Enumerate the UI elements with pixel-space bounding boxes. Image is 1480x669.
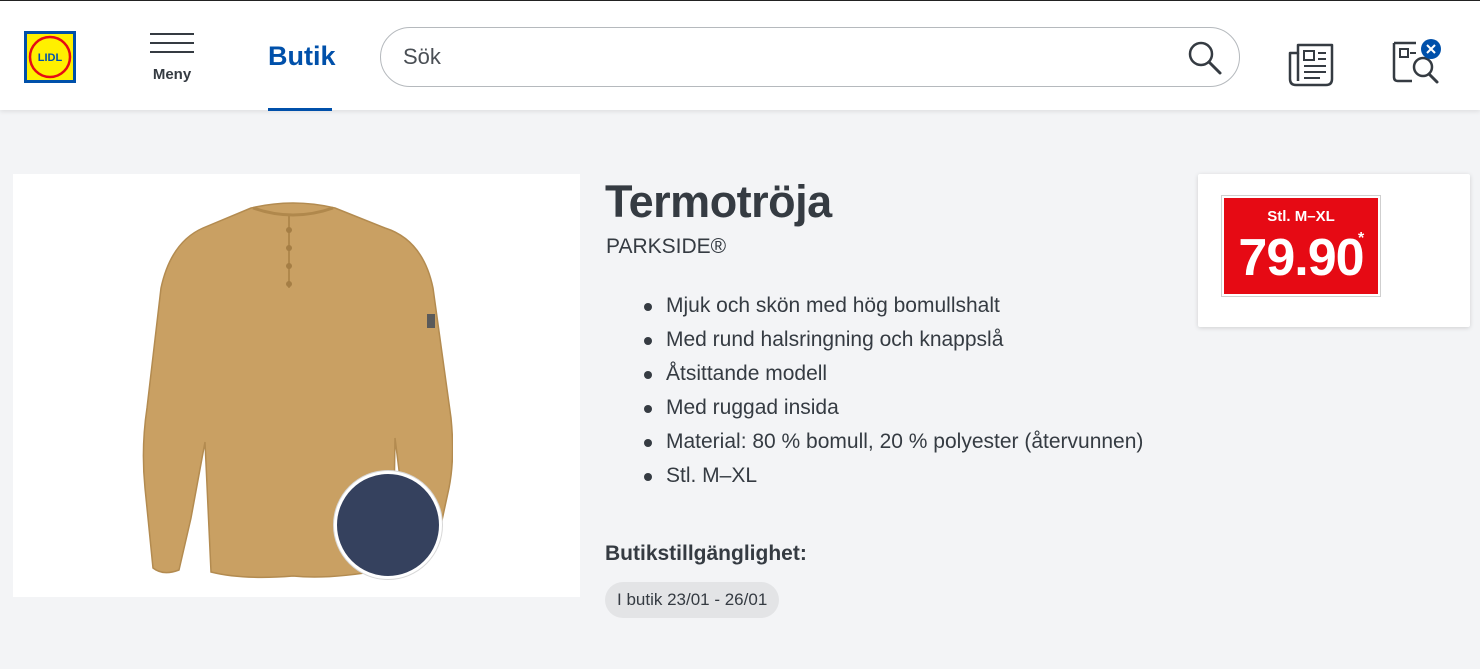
feature-item: Stl. M–XL [640,462,1143,496]
feature-item: Med ruggad insida [640,394,1143,428]
product-image-card [13,174,580,597]
search-icon[interactable] [1185,38,1225,78]
hamburger-bar [150,42,194,44]
feature-item: Mjuk och skön med hög bomullshalt [640,292,1143,326]
feature-item: Material: 80 % bomull, 20 % polyester (å… [640,428,1143,462]
product-title: Termotröja [605,176,832,227]
hamburger-menu-icon [150,33,194,35]
tab-butik[interactable]: Butik [268,41,336,111]
flyer-icon[interactable] [1288,39,1338,87]
price-asterisk: * [1358,230,1365,247]
shopping-list-icon[interactable] [1390,37,1446,87]
active-tab-indicator [268,108,332,111]
menu-label: Meny [152,66,192,83]
lidl-logo[interactable]: LIDL [24,31,76,83]
top-header: LIDL Meny Butik [0,0,1480,111]
availability-chip[interactable]: I butik 23/01 - 26/01 [605,582,780,618]
search-bar [380,27,1240,87]
tab-butik-label: Butik [268,41,336,71]
feature-item: Åtsittande modell [640,360,1143,394]
price-card: Stl. M–XL 79.90 * [1198,174,1470,327]
svg-text:LIDL: LIDL [38,52,63,64]
hamburger-bar [150,51,194,53]
availability-title: Butikstillgänglighet: [605,542,807,565]
product-brand: PARKSIDE® [606,235,727,258]
color-swatch-navy[interactable] [334,471,442,579]
feature-list: Mjuk och skön med hög bomullshalt Med ru… [640,292,1143,496]
price-tag: Stl. M–XL 79.90 * [1222,196,1380,296]
price-size-label: Stl. M–XL [1267,208,1335,225]
price-value: 79.90 [1238,229,1364,287]
feature-item: Med rund halsringning och knappslå [640,326,1143,360]
menu-button[interactable]: Meny [146,31,200,87]
search-input[interactable] [403,40,1163,74]
